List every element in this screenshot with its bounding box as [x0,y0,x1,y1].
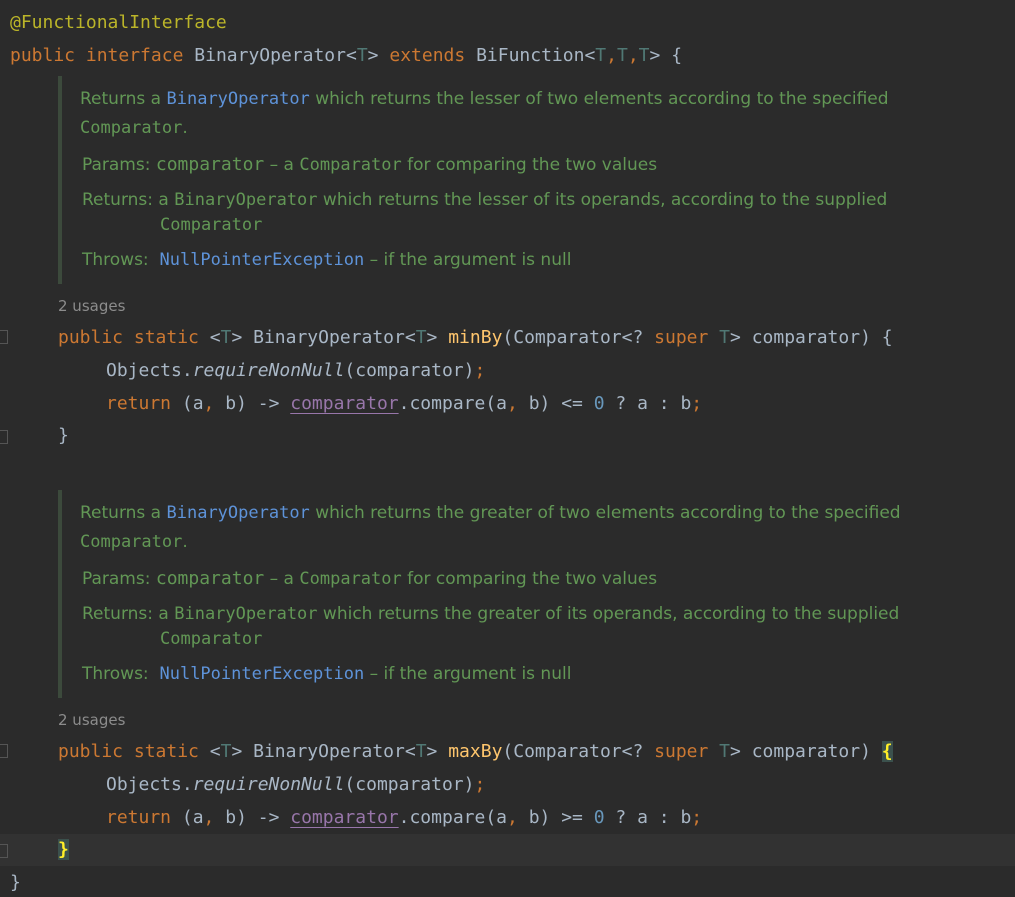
doc-params: Params: comparator – a Comparator for co… [82,568,658,589]
doc-returns-line2: Comparator [160,629,263,649]
fold-marker-icon[interactable] [0,430,8,444]
code-line-annotation: @FunctionalInterface [10,12,227,33]
doc-summary-line2: Comparator. [80,532,188,552]
doc-summary: Returns a BinaryOperator which returns t… [80,89,889,109]
current-line-highlight [0,834,1015,866]
doc-params: Params: comparator – a Comparator for co… [82,154,658,175]
doc-returns-line2: Comparator [160,215,263,235]
fold-marker-icon[interactable] [0,844,8,858]
code-line-interface-close: } [10,872,21,893]
doc-link-nullpointerexception[interactable]: NullPointerException [159,250,364,270]
doc-summary-line2: Comparator. [80,118,188,138]
code-line-require-non-null: Objects.requireNonNull(comparator); [106,774,486,795]
code-line-return: return (a, b) -> comparator.compare(a, b… [106,393,703,414]
method-name-maxby: maxBy [448,741,503,762]
doc-link-nullpointerexception[interactable]: NullPointerException [159,664,364,684]
fold-marker-icon[interactable] [0,330,8,344]
matched-brace-close: } [58,839,69,860]
usages-hint[interactable]: 2 usages [58,710,125,730]
code-line-require-non-null: Objects.requireNonNull(comparator); [106,360,486,381]
code-line-maxby-signature: public static <T> BinaryOperator<T> maxB… [58,741,893,762]
code-line-interface-declaration: public interface BinaryOperator<T> exten… [10,45,683,66]
doc-link-binaryoperator[interactable]: BinaryOperator [167,89,310,109]
matched-brace-open: { [881,741,893,762]
doc-throws: Throws: NullPointerException – if the ar… [82,250,572,270]
doc-throws: Throws: NullPointerException – if the ar… [82,664,572,684]
method-name-minby: minBy [448,327,503,348]
code-line-return: return (a, b) -> comparator.compare(a, b… [106,807,703,828]
doc-returns: Returns: a BinaryOperator which returns … [82,604,900,624]
code-line-minby-signature: public static <T> BinaryOperator<T> minB… [58,327,893,348]
code-line-close-brace: } [58,838,69,862]
usages-hint[interactable]: 2 usages [58,296,125,316]
doc-link-binaryoperator[interactable]: BinaryOperator [167,503,310,523]
doc-returns: Returns: a BinaryOperator which returns … [82,190,888,210]
code-editor[interactable]: @FunctionalInterface public interface Bi… [0,0,1015,897]
doc-summary: Returns a BinaryOperator which returns t… [80,503,901,523]
code-line-close-brace: } [58,425,69,446]
fold-marker-icon[interactable] [0,744,8,758]
